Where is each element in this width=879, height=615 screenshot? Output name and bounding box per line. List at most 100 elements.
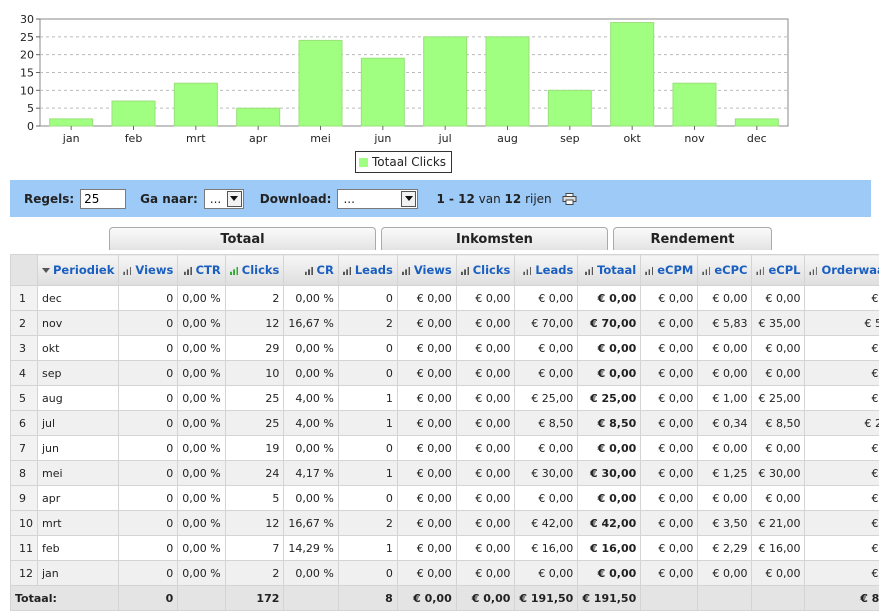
column-header[interactable]: Views bbox=[118, 254, 179, 286]
table-cell: 0 bbox=[337, 560, 398, 586]
bar-chart-icon bbox=[123, 267, 133, 275]
table-cell: aug bbox=[36, 385, 120, 411]
column-header[interactable]: CTR bbox=[177, 254, 226, 286]
x-tick-label: mrt bbox=[186, 132, 206, 145]
download-select[interactable]: ... bbox=[337, 188, 419, 209]
regels-label: Regels: bbox=[24, 191, 75, 206]
table-cell: € 0,00 bbox=[640, 335, 699, 361]
x-tick-label: sep bbox=[560, 132, 579, 145]
column-header[interactable]: CR bbox=[283, 254, 339, 286]
table-cell: 0,00 % bbox=[177, 385, 226, 411]
table-cell: 1 bbox=[10, 285, 38, 311]
printer-icon[interactable] bbox=[562, 192, 577, 205]
table-cell: 2 bbox=[337, 310, 398, 336]
table-cell: € 0,00 bbox=[455, 435, 516, 461]
bar-chart-icon bbox=[645, 267, 655, 275]
bar bbox=[111, 100, 156, 127]
table-cell: € 0,00 bbox=[455, 410, 516, 436]
group-header-rendement: Rendement bbox=[613, 227, 772, 250]
table-cell: € 0,00 bbox=[396, 485, 457, 511]
table-cell: 12 bbox=[224, 310, 285, 336]
table-cell: € 0,00 bbox=[640, 560, 699, 586]
column-header[interactable]: Totaal bbox=[577, 254, 642, 286]
totals-row: Totaal: 0 172 8 € 0,00 € 0,00 € 191,50 € 191,50… bbox=[9, 585, 879, 611]
table-cell: 0,00 % bbox=[283, 360, 339, 386]
bar-chart-icon bbox=[756, 267, 766, 275]
column-header[interactable]: Leads bbox=[514, 254, 579, 286]
pager-info: 1 - 12 van 12 rijen bbox=[436, 192, 551, 206]
table-cell: € 0,00 bbox=[577, 285, 642, 311]
table-cell: € 0,00 bbox=[751, 560, 806, 586]
column-header-label: Periodiek bbox=[53, 263, 115, 277]
column-header[interactable]: Views bbox=[396, 254, 457, 286]
y-tick-label: 5 bbox=[27, 102, 34, 115]
table-cell: € 0,00 bbox=[697, 335, 753, 361]
table-cell: € 0,00 bbox=[455, 510, 516, 536]
table-cell: € 0,00 bbox=[455, 560, 516, 586]
table-cell: jan bbox=[36, 560, 120, 586]
chevron-down-icon[interactable] bbox=[226, 190, 242, 207]
table-row: 4 sep 0 0,00 % 10 0,00 % 0 € 0,00 € 0,00 € 0,00 € … bbox=[10, 360, 879, 386]
table-cell: € 0,00 bbox=[455, 460, 516, 486]
table-cell: 0,00 % bbox=[177, 535, 226, 561]
table-cell: 0,00 % bbox=[283, 335, 339, 361]
x-tick-label: nov bbox=[684, 132, 705, 145]
column-header[interactable]: eCPC bbox=[697, 254, 753, 286]
table-cell: € 0,00 bbox=[396, 410, 457, 436]
table-cell: 7 bbox=[224, 535, 285, 561]
table-cell: 3 bbox=[10, 335, 38, 361]
column-header-label: CTR bbox=[195, 263, 221, 277]
table-cell: € 0,00 bbox=[514, 485, 579, 511]
column-header[interactable]: eCPM bbox=[640, 254, 699, 286]
table-cell: € 1,25 bbox=[697, 460, 753, 486]
table-cell: € 0,00 bbox=[396, 335, 457, 361]
column-header[interactable]: Periodiek bbox=[36, 254, 120, 286]
totals-cell bbox=[177, 585, 226, 611]
table-toolbar: Regels: Ga naar: ... Download: ... 1 - 1… bbox=[10, 180, 871, 217]
table-cell: 0,00 % bbox=[177, 335, 226, 361]
column-header-label: eCPM bbox=[657, 263, 694, 277]
totals-cell: € 0,00 bbox=[455, 585, 516, 611]
table-cell: € 70,00 bbox=[514, 310, 579, 336]
table-cell: € 0,00 bbox=[640, 510, 699, 536]
column-header-label: eCPC bbox=[714, 263, 748, 277]
totals-cell bbox=[283, 585, 339, 611]
table-cell: € 8,50 bbox=[514, 410, 579, 436]
table-cell: € 0,00 bbox=[751, 435, 806, 461]
column-header-label: Orderwaarde bbox=[821, 263, 879, 277]
bar-chart-icon bbox=[702, 267, 712, 275]
y-tick-label: 25 bbox=[20, 31, 34, 44]
column-header[interactable]: Clicks bbox=[224, 254, 285, 286]
group-header-totaal: Totaal bbox=[109, 227, 376, 250]
table-cell: 14,29 % bbox=[283, 535, 339, 561]
table-cell: € 0,00 bbox=[751, 335, 806, 361]
pager-range: 1 - 12 bbox=[436, 191, 475, 206]
table-cell: 16,67 % bbox=[283, 310, 339, 336]
table-cell: € 16,00 bbox=[751, 535, 806, 561]
column-header[interactable]: eCPL bbox=[751, 254, 806, 286]
table-cell: 25 bbox=[224, 385, 285, 411]
bar bbox=[734, 118, 779, 127]
y-tick-label: 30 bbox=[20, 13, 34, 26]
column-header[interactable]: Orderwaarde bbox=[804, 254, 879, 286]
totals-cell bbox=[697, 585, 753, 611]
table-cell: jul bbox=[36, 410, 120, 436]
table-cell: € 0,00 bbox=[514, 360, 579, 386]
column-header-label: eCPL bbox=[768, 263, 801, 277]
table-cell: 6 bbox=[10, 410, 38, 436]
table-cell: € 16,00 bbox=[514, 535, 579, 561]
table-cell: € 0,00 bbox=[396, 535, 457, 561]
column-header[interactable]: Leads bbox=[337, 254, 398, 286]
table-cell: € 0,00 bbox=[804, 435, 879, 461]
legend-swatch bbox=[359, 157, 368, 167]
regels-input[interactable] bbox=[80, 188, 127, 209]
table-cell: € 0,00 bbox=[396, 435, 457, 461]
bar bbox=[610, 22, 655, 127]
table-cell: 1 bbox=[337, 385, 398, 411]
column-header[interactable]: Clicks bbox=[455, 254, 516, 286]
table-row: 3 okt 0 0,00 % 29 0,00 % 0 € 0,00 € 0,00 € 0,00 € … bbox=[10, 335, 879, 361]
ganaar-select[interactable]: ... bbox=[203, 188, 244, 209]
chevron-down-icon[interactable] bbox=[401, 190, 417, 207]
table-cell: € 25,00 bbox=[751, 385, 806, 411]
table-cell: € 0,00 bbox=[396, 460, 457, 486]
